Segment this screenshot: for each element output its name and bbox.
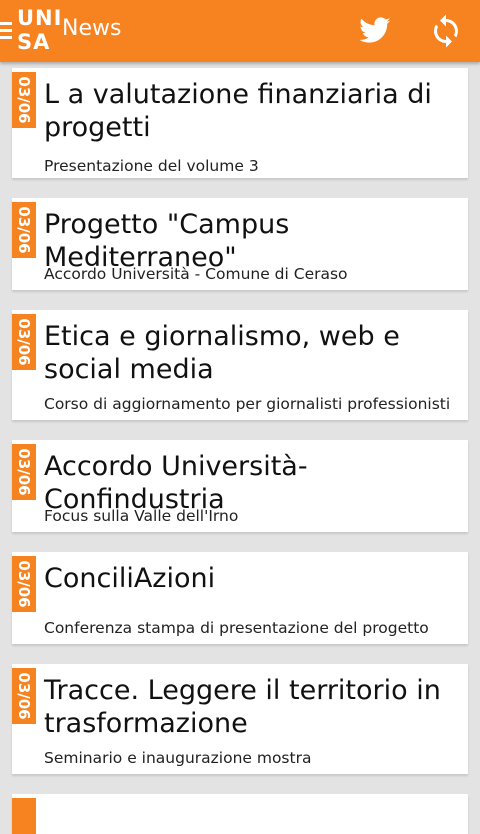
date-tab: 03/06 <box>12 556 36 612</box>
logo-top: UNI <box>17 6 63 30</box>
news-card[interactable]: 03/06 Etica e giornalismo, web e social … <box>12 310 468 420</box>
menu-icon[interactable] <box>0 22 12 40</box>
date-tab: 03/06 <box>12 314 36 370</box>
news-title: ConciliAzioni <box>44 563 216 594</box>
news-card[interactable]: 03/06 L a valutazione finanziaria di pro… <box>12 68 468 178</box>
app-title: News <box>62 16 122 41</box>
news-date: 03/06 <box>15 448 33 496</box>
twitter-button[interactable] <box>358 14 392 48</box>
news-date: 03/06 <box>15 560 33 608</box>
news-card[interactable]: 03/06 Progetto "Campus Mediterraneo" Acc… <box>12 198 468 290</box>
news-title: Etica e giornalismo, web e social media <box>44 321 400 385</box>
app-bar: UNI SA News <box>0 0 480 62</box>
news-card[interactable]: 03/06 Tracce. Leggere il territorio in t… <box>12 664 468 774</box>
news-subtitle: Accordo Università - Comune di Ceraso <box>44 265 348 283</box>
twitter-bird-icon <box>359 17 391 43</box>
unisa-logo[interactable]: UNI SA <box>17 6 63 55</box>
date-tab: 03/06 <box>12 444 36 500</box>
news-card[interactable]: 03/06 Accordo Università-Confindustria F… <box>12 440 468 532</box>
date-tab: 03/06 <box>12 202 36 258</box>
news-subtitle: Conferenza stampa di presentazione del p… <box>44 619 429 637</box>
news-subtitle: Focus sulla Valle dell'Irno <box>44 507 239 525</box>
date-tab: 03/06 <box>12 72 36 128</box>
news-date: 03/06 <box>15 206 33 254</box>
news-subtitle: Seminario e inaugurazione mostra <box>44 749 312 767</box>
refresh-button[interactable] <box>428 13 464 49</box>
date-tab <box>12 798 36 834</box>
news-date: 03/06 <box>15 672 33 720</box>
news-card[interactable]: 03/06 ConciliAzioni Conferenza stampa di… <box>12 552 468 644</box>
news-subtitle: Presentazione del volume 3 <box>44 157 259 175</box>
logo-bottom: SA <box>17 30 51 54</box>
news-card-partial[interactable] <box>12 794 468 834</box>
news-date: 03/06 <box>15 318 33 366</box>
refresh-icon <box>434 14 458 48</box>
news-date: 03/06 <box>15 76 33 124</box>
date-tab: 03/06 <box>12 668 36 724</box>
news-title: L a valutazione finanziaria di progetti <box>44 79 432 143</box>
news-subtitle: Corso di aggiornamento per giornalisti p… <box>44 395 451 413</box>
news-title: Tracce. Leggere il territorio in trasfor… <box>44 675 441 739</box>
